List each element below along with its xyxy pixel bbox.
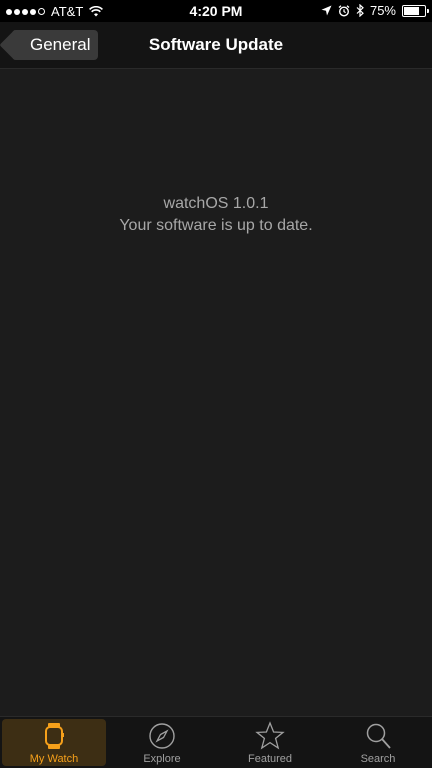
watch-icon xyxy=(45,723,64,749)
tab-label: Explore xyxy=(143,753,181,765)
tab-search[interactable]: Search xyxy=(324,717,432,768)
tab-my-watch[interactable]: My Watch xyxy=(0,717,108,768)
bluetooth-icon xyxy=(356,4,364,17)
tab-label: Featured xyxy=(247,753,293,765)
back-button-label: General xyxy=(30,35,91,54)
up-to-date-message: Your software is up to date. xyxy=(119,217,313,234)
content-area: watchOS 1.0.1 Your software is up to dat… xyxy=(0,69,432,717)
compass-icon xyxy=(149,723,175,749)
battery-fill xyxy=(404,6,419,15)
tab-featured[interactable]: Featured xyxy=(216,717,324,768)
watchos-version: watchOS 1.0.1 xyxy=(163,195,269,212)
navigation-bar: General Software Update xyxy=(0,22,432,69)
tab-label: Search xyxy=(360,753,396,765)
star-icon xyxy=(255,721,285,750)
status-bar: AT&T 4:20 PM 75% xyxy=(0,0,432,22)
update-status: watchOS 1.0.1 Your software is up to dat… xyxy=(0,193,432,237)
tab-explore[interactable]: Explore xyxy=(108,717,216,768)
battery-cap xyxy=(427,8,429,13)
battery-icon xyxy=(402,4,429,17)
alarm-icon xyxy=(338,4,350,17)
status-right: 75% xyxy=(321,3,429,18)
tab-bar: My Watch Explore Featured Search xyxy=(0,716,432,768)
tab-label: My Watch xyxy=(29,753,79,765)
search-icon xyxy=(366,723,391,749)
location-icon xyxy=(321,5,332,16)
battery-percent: 75% xyxy=(369,3,396,18)
